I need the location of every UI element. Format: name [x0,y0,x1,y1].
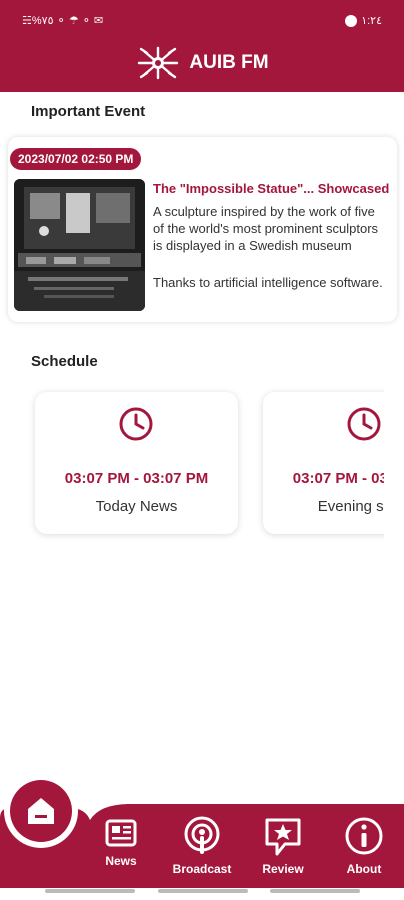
important-event-heading: Important Event [31,103,146,120]
gesture-handle [45,889,135,893]
wifi-icon [345,14,358,27]
nav-about[interactable]: About [329,816,399,876]
status-icons-left: ☵%٧٥ ⚬ ☂ ⚬ ✉ [22,15,104,27]
clock-text: ١:٢٤ [361,15,382,27]
clock-icon [347,407,381,441]
review-icon [265,818,301,856]
nav-review[interactable]: Review [248,816,318,876]
schedule-card[interactable]: 03:07 PM - 03:07 PM Today News [35,392,238,534]
schedule-program-name: Today News [95,498,178,515]
schedule-card[interactable]: 03:07 PM - 03:07 PM Evening show [263,392,384,534]
schedule-time: 03:07 PM - 03:07 PM [292,470,384,487]
event-card[interactable]: 2023/07/02 02:50 PM The "Impossible Stat… [8,137,397,322]
bottom-navigation: News Broadcast Review About [0,778,404,888]
logo-icon [138,46,179,80]
event-date-badge: 2023/07/02 02:50 PM [10,148,142,170]
event-title: The "Impossible Statue"... Showcased [153,181,390,196]
app-title: AUIB FM [189,52,269,73]
clock-icon [119,407,153,441]
news-icon [105,819,137,847]
home-icon [28,798,54,824]
event-description: A sculpture inspired by the work of five… [153,204,379,253]
nav-label: Review [262,862,304,876]
gesture-handle [270,889,360,893]
nav-news[interactable]: News [86,816,156,868]
status-bar: ☵%٧٥ ⚬ ☂ ⚬ ✉ ١:٢٤ [0,0,404,40]
gesture-handle [158,889,248,893]
schedule-program-name: Evening show [317,498,384,515]
event-image [14,179,145,311]
nav-broadcast[interactable]: Broadcast [167,816,237,876]
app-brand: AUIB FM [0,40,404,86]
nav-label: About [346,862,382,876]
schedule-carousel[interactable]: 03:07 PM - 03:07 PM Today News 03:07 PM … [0,378,384,548]
app-header: ☵%٧٥ ⚬ ☂ ⚬ ✉ ١:٢٤ AUIB FM [0,0,404,92]
info-icon [345,817,383,855]
broadcast-icon [184,816,220,854]
nav-label: News [105,854,137,868]
event-description-secondary: Thanks to artificial intelligence softwa… [153,275,383,290]
status-icons-right: ١:٢٤ [345,14,382,27]
schedule-time: 03:07 PM - 03:07 PM [64,470,209,487]
schedule-heading: Schedule [31,353,98,370]
nav-label: Broadcast [172,862,232,876]
home-button[interactable] [10,780,72,842]
